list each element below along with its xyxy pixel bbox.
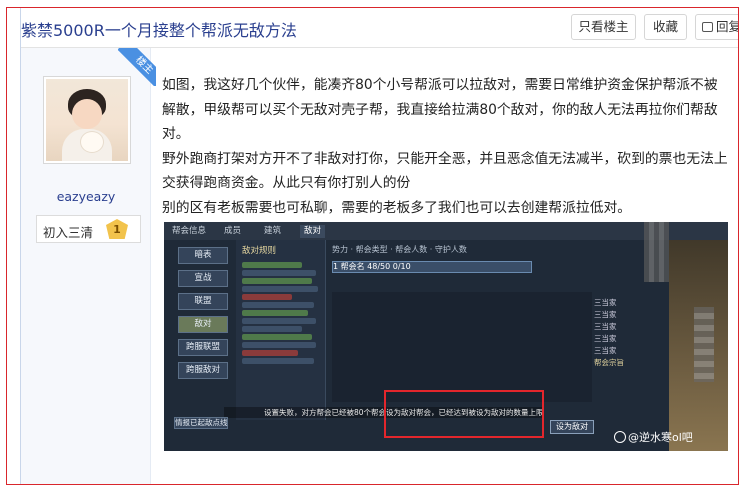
highlight-box: [384, 390, 544, 438]
rank-title: 初入三清: [43, 225, 94, 240]
favorite-button[interactable]: 收藏: [644, 14, 687, 40]
game-tab: 成员: [224, 226, 242, 236]
author-column: eazyeazy 初入三清 1: [21, 48, 151, 484]
game-side-item: 暗表: [178, 247, 228, 264]
game-side-item: 宣战: [178, 270, 228, 287]
post-image[interactable]: 帮会信息 成员 建筑 敌对 暗表 宣战 联盟 敌对 跨服联盟 跨服敌对 敌对规则…: [164, 222, 728, 451]
rank-level-badge: 1: [106, 219, 128, 239]
game-side-item: 敌对: [178, 316, 228, 333]
watermark: @逆水寒ol吧: [614, 429, 693, 445]
thread-title[interactable]: 紫禁5000R一个月接整个帮派无敌方法: [21, 17, 297, 41]
game-set-enemy-button: 设为敌对: [550, 420, 594, 434]
game-bottom-button: 情报已起敌点线: [174, 417, 228, 429]
game-side-item: 联盟: [178, 293, 228, 310]
mosaic-blur: [694, 307, 714, 382]
reply-icon: [702, 22, 713, 32]
tieba-icon: [614, 431, 626, 443]
game-table: 势力 · 帮会类型 · 帮会人数 · 守护人数 1 帮会名 48/50 0/10: [332, 244, 532, 288]
post-content: 如图，我这好几个伙伴，能凑齐80个小号帮派可以拉敌对，需要日常维护资金保护帮派不…: [162, 73, 728, 220]
op-ribbon: 楼主: [118, 48, 156, 86]
game-side-item: 跨服敌对: [178, 362, 228, 379]
game-right-list: 三当家 三当家 三当家 三当家 三当家 帮会宗旨: [594, 298, 624, 367]
left-strip: [7, 8, 21, 484]
rank-box: 初入三清 1: [36, 215, 141, 243]
avatar[interactable]: [43, 76, 131, 164]
game-tab: 建筑: [264, 226, 282, 236]
game-tab-active: 敌对: [300, 225, 326, 238]
game-tab: 帮会信息: [172, 226, 207, 236]
reply-button[interactable]: 回复: [695, 14, 739, 40]
game-sidebar: 暗表 宣战 联盟 敌对 跨服联盟 跨服敌对: [178, 247, 228, 379]
mosaic-blur: [644, 222, 669, 282]
post-paragraph: 野外跑商打架对方开不了非敌对打你，只能开全恶，并且恶念值无法减半，砍到的票也无法…: [162, 150, 728, 192]
avatar-image: [46, 79, 128, 161]
game-side-item: 跨服联盟: [178, 339, 228, 356]
game-panel-title: 敌对规则: [242, 246, 277, 256]
only-op-button[interactable]: 只看楼主: [571, 14, 636, 40]
reply-label: 回复: [716, 19, 739, 34]
game-table-row: 1 帮会名 48/50 0/10: [332, 261, 532, 273]
username-link[interactable]: eazyeazy: [21, 189, 151, 204]
game-table-header: 势力 · 帮会类型 · 帮会人数 · 守护人数: [332, 245, 467, 254]
game-empty-area: [332, 292, 592, 402]
post-paragraph: 如图，我这好几个伙伴，能凑齐80个小号帮派可以拉敌对，需要日常维护资金保护帮派不…: [162, 77, 718, 142]
op-ribbon-label: 楼主: [118, 48, 156, 86]
game-rules-panel: 敌对规则: [236, 240, 326, 420]
post-paragraph: 别的区有老板需要也可私聊，需要的老板多了我们也可以去创建帮派拉低对。: [162, 199, 632, 216]
title-bar: 紫禁5000R一个月接整个帮派无敌方法 只看楼主 收藏 回复: [21, 8, 738, 48]
